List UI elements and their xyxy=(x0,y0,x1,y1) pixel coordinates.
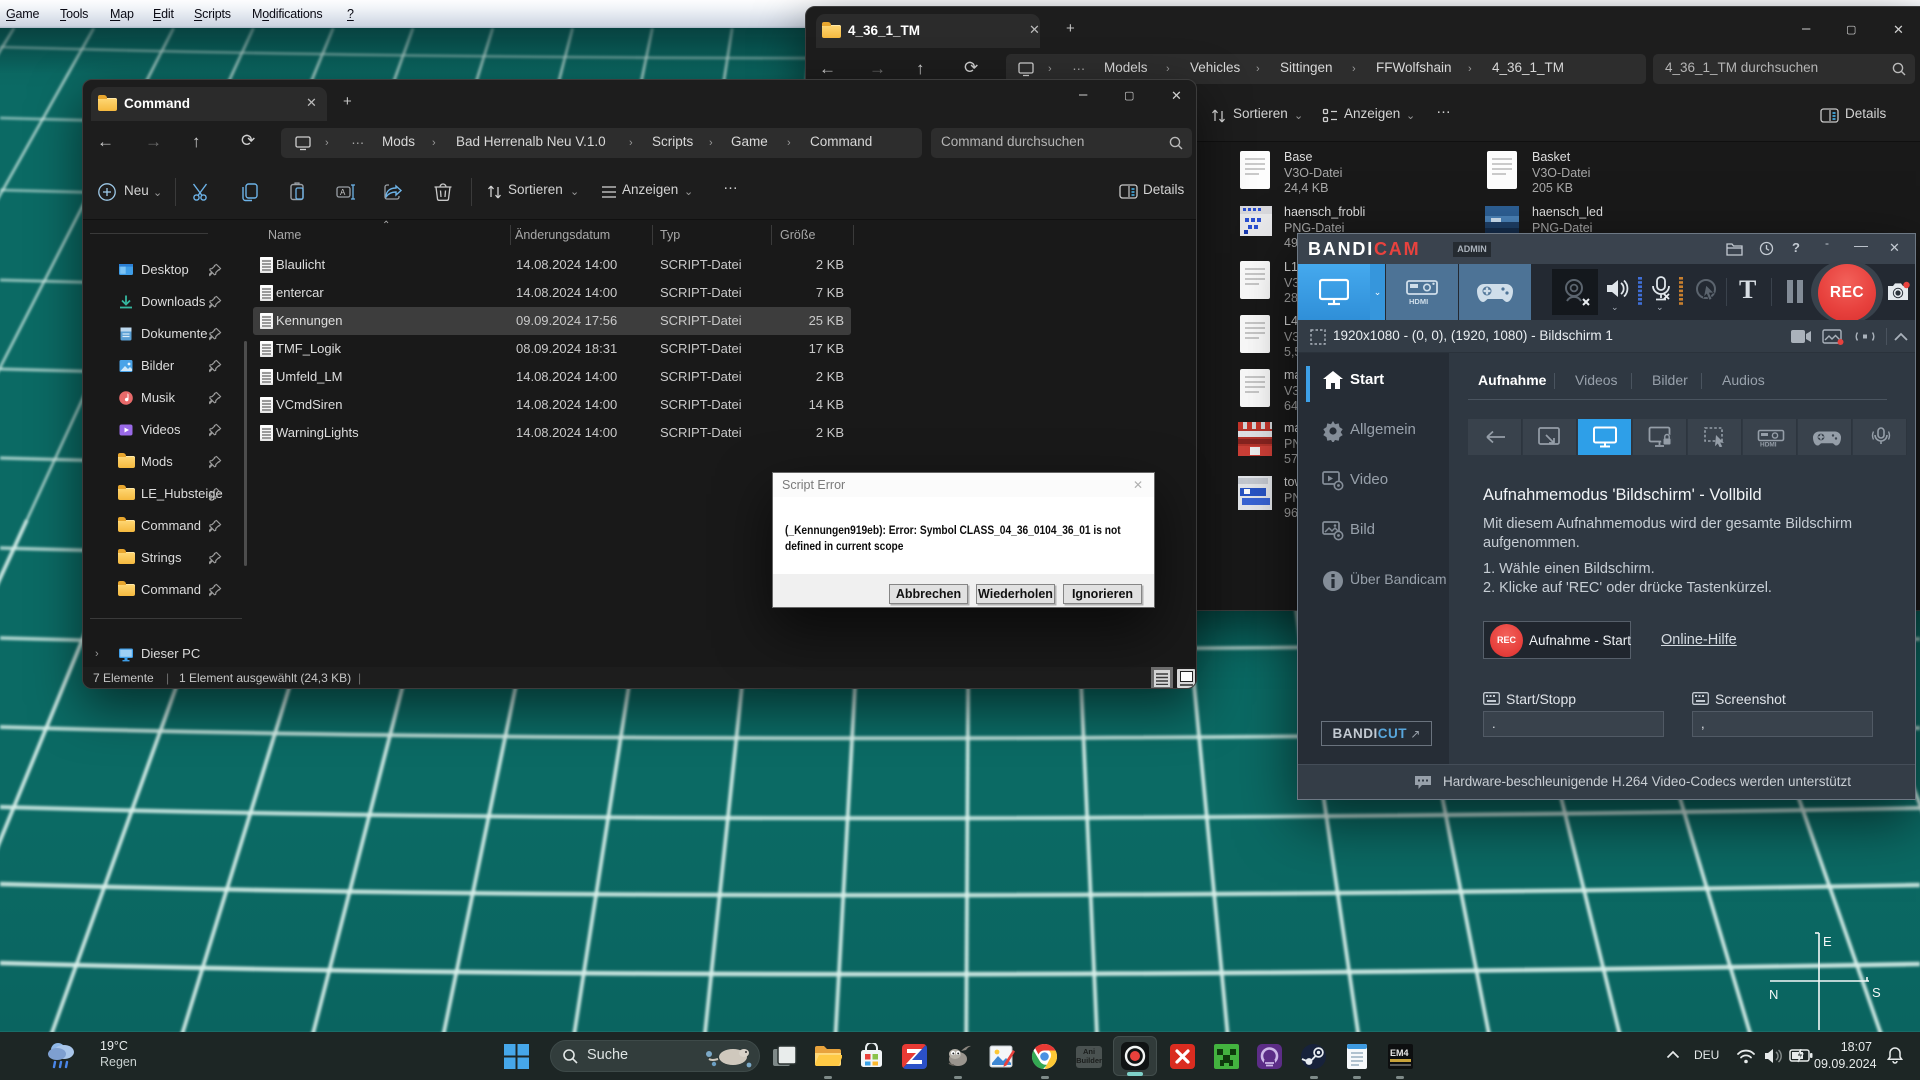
svg-text:N: N xyxy=(1769,987,1778,1002)
svg-text:HDMI: HDMI xyxy=(1409,297,1428,305)
svg-text:EM4: EM4 xyxy=(1390,1048,1409,1058)
svg-text:HDMI: HDMI xyxy=(1760,442,1777,448)
svg-text:S: S xyxy=(1872,985,1881,1000)
svg-text:A: A xyxy=(340,188,346,197)
svg-text:E: E xyxy=(1823,934,1832,949)
